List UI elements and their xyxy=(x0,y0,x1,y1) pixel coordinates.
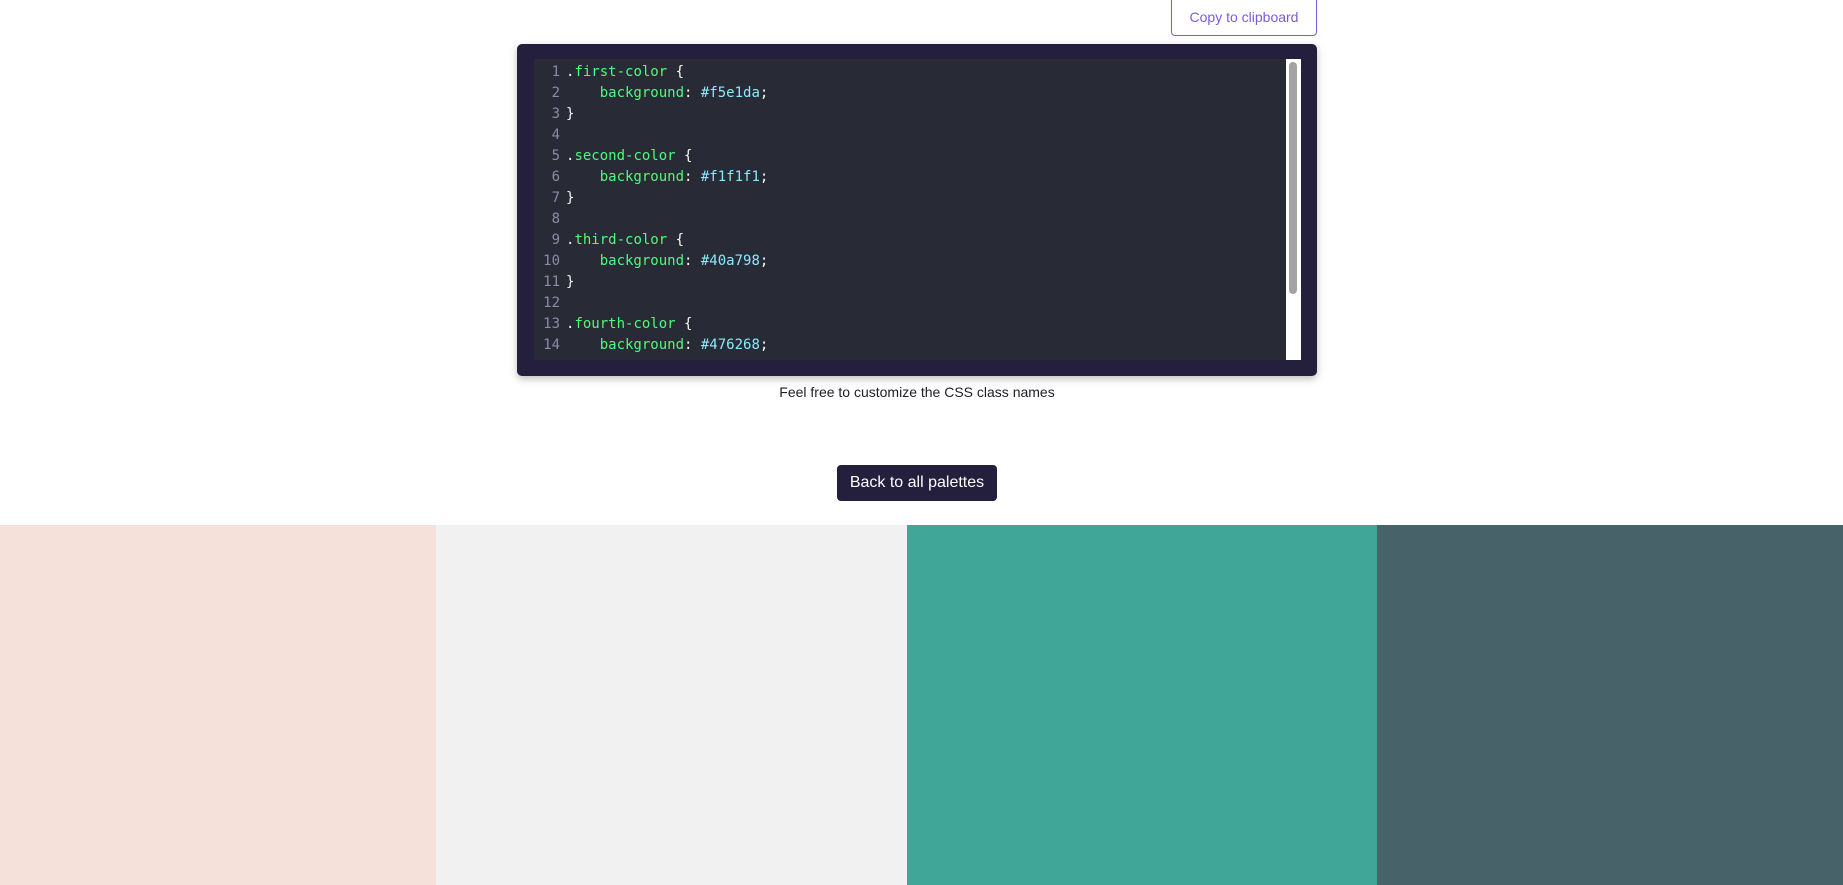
customize-hint: Feel free to customize the CSS class nam… xyxy=(779,384,1055,400)
code-token: : xyxy=(684,85,701,101)
code-token: ; xyxy=(759,253,769,269)
line-number: 7 xyxy=(551,190,560,206)
copy-to-clipboard-button[interactable]: Copy to clipboard xyxy=(1171,0,1317,36)
code-token: : xyxy=(684,337,701,353)
code-token: { xyxy=(675,148,693,164)
code-scrollbar[interactable] xyxy=(1286,59,1301,360)
code-line: 5 .second-color { xyxy=(534,146,1285,167)
line-number: 2 xyxy=(551,85,560,101)
code-frame: 1 .first-color {2 background: #f5e1da; 3} 4… xyxy=(517,44,1317,376)
line-number: 9 xyxy=(551,232,560,248)
line-text: } xyxy=(566,104,574,125)
line-number: 12 xyxy=(543,295,560,311)
code-token: background xyxy=(599,85,685,101)
line-text: background: #40a798; xyxy=(566,251,769,272)
code-token: : xyxy=(684,169,701,185)
code-token: third-color xyxy=(574,232,668,248)
line-text: .third-color { xyxy=(566,230,684,251)
line-number: 3 xyxy=(551,106,560,122)
code-line: 8 xyxy=(534,209,1285,230)
code-token: ; xyxy=(759,337,769,353)
code-token: background xyxy=(599,169,685,185)
code-token: ; xyxy=(759,169,769,185)
code-token: background xyxy=(599,337,685,353)
palette-page: Copy to clipboard 1 .first-color {2 backg… xyxy=(0,0,1843,885)
code-line: 12 xyxy=(534,293,1285,314)
line-text: background: #f1f1f1; xyxy=(566,167,769,188)
code-line: 3} xyxy=(534,104,1285,125)
line-text: background: #f5e1da; xyxy=(566,83,769,104)
code-token: } xyxy=(566,274,575,290)
swatch-third-color[interactable] xyxy=(906,525,1378,885)
line-number: 5 xyxy=(551,148,560,164)
code-scrollbar-thumb[interactable] xyxy=(1289,62,1297,294)
code-token: { xyxy=(675,316,693,332)
code-token: { xyxy=(667,64,685,80)
code-token: ; xyxy=(759,85,769,101)
code-line: 13 .fourth-color { xyxy=(534,314,1285,335)
code-line: 10 background: #40a798; xyxy=(534,251,1285,272)
line-number: 8 xyxy=(551,211,560,227)
code-line: 6 background: #f1f1f1; xyxy=(534,167,1285,188)
line-text: } xyxy=(566,188,574,209)
code-line: 9 .third-color { xyxy=(534,230,1285,251)
code-line: 1 .first-color { xyxy=(534,62,1285,83)
code-token: #40a798 xyxy=(700,253,760,269)
code-token: background xyxy=(599,253,685,269)
swatch-first-color[interactable] xyxy=(0,525,436,885)
back-to-all-palettes-button[interactable]: Back to all palettes xyxy=(837,465,997,501)
line-text: .second-color { xyxy=(566,146,692,167)
code-token: first-color xyxy=(574,64,668,80)
line-text: .fourth-color { xyxy=(566,314,692,335)
code-token: #476268 xyxy=(700,337,760,353)
line-number: 14 xyxy=(543,337,560,353)
code-token: : xyxy=(684,253,701,269)
code-line: 7} xyxy=(534,188,1285,209)
code-token: { xyxy=(667,232,685,248)
line-text: background: #476268; xyxy=(566,335,769,356)
code-line: 4 xyxy=(534,125,1285,146)
code-line: 2 background: #f5e1da; xyxy=(534,83,1285,104)
line-number: 1 xyxy=(551,64,560,80)
code-token: } xyxy=(566,106,575,122)
code-token: #f5e1da xyxy=(700,85,760,101)
code-line: 11} xyxy=(534,272,1285,293)
line-number: 13 xyxy=(543,316,560,332)
line-text: .first-color { xyxy=(566,62,684,83)
swatch-second-color[interactable] xyxy=(435,525,907,885)
code-lines: 1 .first-color {2 background: #f5e1da; 3} 4… xyxy=(534,59,1285,356)
code-line: 14 background: #476268; xyxy=(534,335,1285,356)
line-number: 11 xyxy=(543,274,560,290)
code-token: } xyxy=(566,190,575,206)
line-number: 6 xyxy=(551,169,560,185)
code-token: #f1f1f1 xyxy=(700,169,760,185)
swatch-fourth-color[interactable] xyxy=(1377,525,1843,885)
code-editor[interactable]: 1 .first-color {2 background: #f5e1da; 3} 4… xyxy=(534,59,1301,360)
line-number: 4 xyxy=(551,127,560,143)
palette-swatches xyxy=(0,525,1843,885)
code-token: fourth-color xyxy=(574,316,676,332)
line-text: } xyxy=(566,272,574,293)
line-number: 10 xyxy=(543,253,560,269)
code-token: second-color xyxy=(574,148,676,164)
